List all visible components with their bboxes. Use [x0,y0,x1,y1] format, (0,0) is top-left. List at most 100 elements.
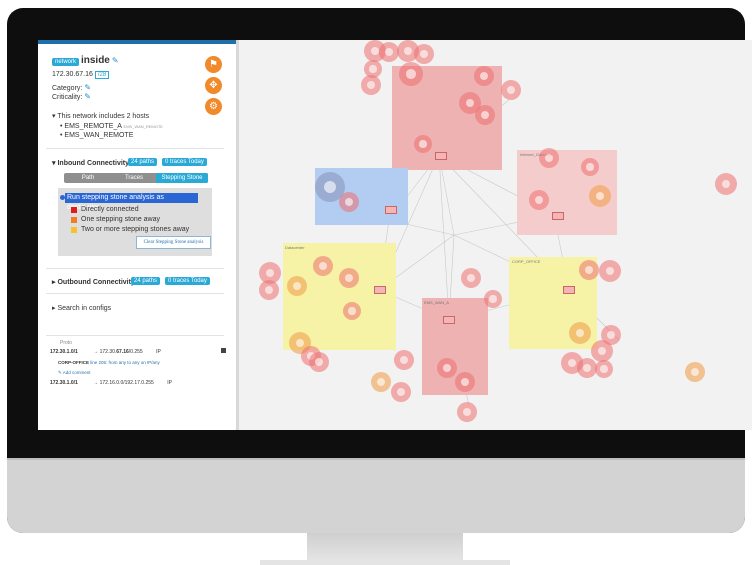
zone-label: EMS_WAN_A [424,300,449,305]
host-node[interactable] [595,360,613,378]
host-node[interactable] [501,80,521,100]
run-stepping-stone-option[interactable]: Run stepping stone analysis as destinati… [65,193,198,211]
app-screen: network inside ✎ 172.30.67.16 /28 Catego… [38,40,752,430]
monitor-stand-base [260,560,510,565]
rule-expand-icon[interactable] [221,348,226,353]
edit-category-pencil-icon[interactable]: ✎ [84,83,91,92]
host-node[interactable] [339,192,359,212]
zone-label: CORP_OFFICE [512,259,541,264]
outbound-paths-badge[interactable]: 24 paths [131,277,161,285]
host-node[interactable] [529,190,549,210]
host-list-item[interactable]: • EMS_REMOTE_A EMS_WAN_REMOTE [60,123,163,130]
rule-row[interactable]: 172.30.1.0/1 → 172.16.0.0/192.17.0.255 I… [50,380,234,386]
divider [46,268,224,269]
inbound-tabs: Path Traces Stepping Stone [64,173,208,183]
host-node[interactable] [589,185,611,207]
host-node[interactable] [475,105,495,125]
tab-path[interactable]: Path [64,173,112,183]
host-node[interactable] [339,268,359,288]
host-node[interactable] [414,135,432,153]
host-node[interactable] [394,350,414,370]
legend-swatch-red [71,207,77,213]
monitor-chin [7,458,745,533]
host-node[interactable] [414,44,434,64]
host-node[interactable] [577,358,597,378]
divider [46,293,224,294]
host-node[interactable] [361,75,381,95]
host-name: EMS_WAN_REMOTE [64,132,134,139]
host-node[interactable] [539,148,559,168]
host-node[interactable] [313,256,333,276]
host-node[interactable] [569,322,591,344]
host-list-item[interactable]: • EMS_WAN_REMOTE [60,132,133,139]
host-node[interactable] [455,372,475,392]
edit-criticality-pencil-icon[interactable]: ✎ [84,92,91,101]
add-comment-link[interactable]: ✎ Add comment [58,370,91,376]
rule-source: 172.30.1.0/1 [50,349,78,355]
host-node[interactable] [599,260,621,282]
legend-swatch-yellow [71,227,77,233]
router-icon[interactable] [552,212,564,220]
expand-action-icon[interactable]: ✥ [205,77,222,94]
rules-header: Proto [60,340,72,346]
host-node[interactable] [287,276,307,296]
host-node[interactable] [391,382,411,402]
host-node[interactable] [474,66,494,86]
search-expander-arrow-icon[interactable]: ▸ [52,305,56,312]
rule-protocol: IP [156,349,161,355]
gear-action-icon[interactable]: ⚙ [205,98,222,115]
host-note: EMS_WAN_REMOTE [123,124,163,129]
host-node[interactable] [259,280,279,300]
legend-direct: Directly connected [81,206,139,213]
host-node[interactable] [437,358,457,378]
hosts-expander-arrow-icon[interactable]: ▾ [52,113,56,120]
hosts-summary: This network includes 2 hosts [57,113,150,120]
router-icon[interactable] [385,206,397,214]
inbound-expander-arrow-icon[interactable]: ▾ [52,160,56,167]
rule-row[interactable]: 172.30.1.0/1 → 172.30.67.16/0.255 IP [50,348,234,355]
host-node[interactable] [371,372,391,392]
legend-one-stone: One stepping stone away [81,216,160,223]
host-node[interactable] [581,158,599,176]
host-node[interactable] [685,362,705,382]
host-node[interactable] [484,290,502,308]
legend-two-stones: Two or more stepping stones away [81,226,190,233]
rule-destination: 172.30.67.16/0.255 [99,349,143,355]
flag-action-icon[interactable]: ⚑ [205,56,222,73]
edit-name-pencil-icon[interactable]: ✎ [112,56,119,65]
host-node[interactable] [379,42,399,62]
panel-top-bar [38,40,236,44]
router-icon[interactable] [435,152,447,160]
host-node[interactable] [399,62,423,86]
inbound-traces-badge[interactable]: 0 traces Today [161,158,207,166]
host-node[interactable] [579,260,599,280]
host-node[interactable] [309,352,329,372]
rule-arrow: → [93,349,99,355]
network-prefix[interactable]: /28 [94,71,110,79]
router-icon[interactable] [443,316,455,324]
network-name: inside [80,55,110,66]
host-node[interactable] [461,268,481,288]
outbound-expander-arrow-icon[interactable]: ▸ [52,279,56,286]
legend-swatch-orange [71,217,77,223]
router-icon[interactable] [374,286,386,294]
router-icon[interactable] [563,286,575,294]
divider [46,335,224,336]
host-node[interactable] [715,173,737,195]
outbound-traces-badge[interactable]: 0 traces Today [164,277,210,285]
rule-comment: CORP-OFFICE line 205: from any to any on… [58,360,160,365]
host-node[interactable] [457,402,477,422]
inbound-title[interactable]: Inbound Connectivity [57,160,129,167]
rule-source: 172.30.1.0/1 [50,380,78,386]
topology-map[interactable]: Internet_Gateway Datacenter CORP_OFFICE … [239,40,752,430]
clear-stepping-stone-button[interactable]: Clear Stepping Stone analysis [136,236,211,249]
tab-traces[interactable]: Traces [112,173,156,183]
host-node[interactable] [343,302,361,320]
host-node[interactable] [601,325,621,345]
tab-stepping-stone[interactable]: Stepping Stone [156,173,208,183]
rule-destination: 172.16.0.0/192.17.0.255 [99,380,154,386]
category-label: Category: [52,85,83,92]
outbound-title[interactable]: Outbound Connectivity [57,279,134,286]
inbound-paths-badge[interactable]: 24 paths [128,158,158,166]
search-in-configs[interactable]: Search in configs [57,305,111,312]
